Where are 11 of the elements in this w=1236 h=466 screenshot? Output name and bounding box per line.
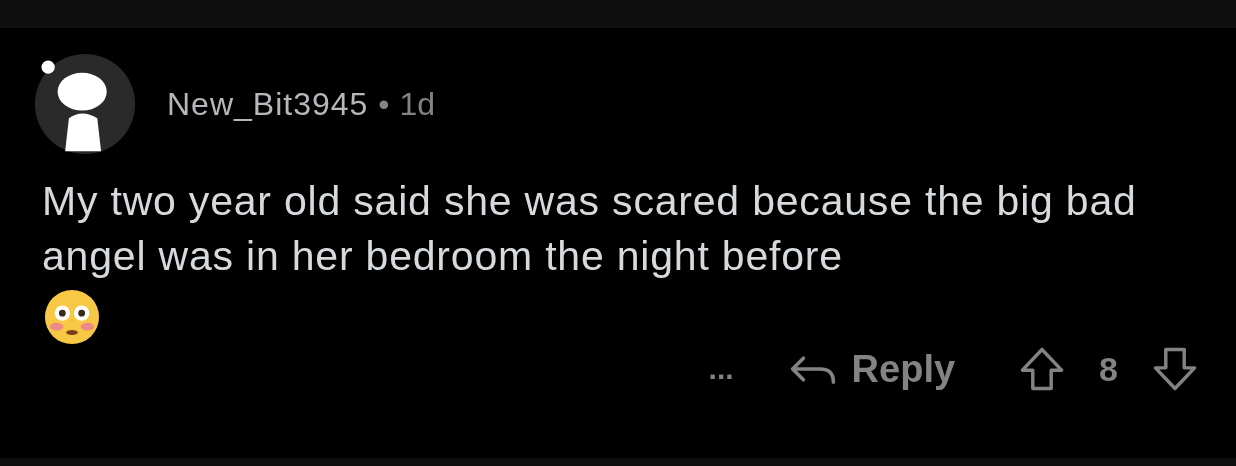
timestamp: 1d: [399, 85, 436, 123]
avatar-icon: [33, 52, 137, 156]
more-options-button[interactable]: ...: [708, 352, 734, 386]
reply-button[interactable]: Reply: [787, 347, 956, 391]
downvote-icon[interactable]: [1152, 346, 1198, 392]
flushed-face-icon: [43, 288, 101, 346]
upvote-icon[interactable]: [1019, 346, 1066, 392]
comment-text: My two year old said she was scared because the big bad angel was in her bedroom the night before: [42, 177, 1138, 281]
separator-dot: •: [378, 85, 390, 123]
username[interactable]: New_Bit3945: [167, 85, 369, 123]
vote-count: 8: [1099, 349, 1118, 389]
